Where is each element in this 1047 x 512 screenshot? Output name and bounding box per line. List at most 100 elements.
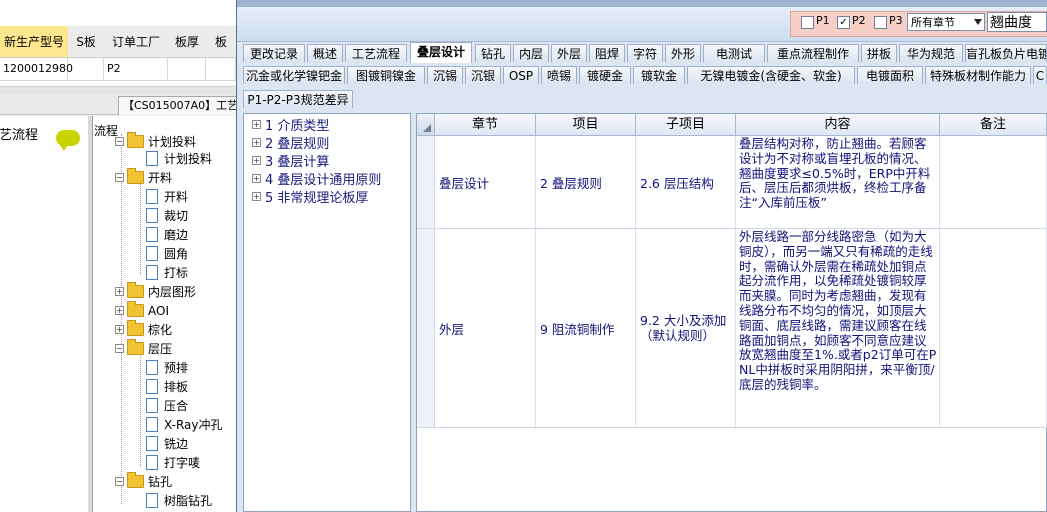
- table-row-cell-remark[interactable]: [940, 229, 1047, 428]
- grid-cell-model[interactable]: 1200012980: [0, 57, 73, 81]
- table-row-cell-content[interactable]: 外层线路一部分线路密急（如为大铜皮），而另一端又只有稀疏的走线时，需确认外层需在…: [736, 229, 940, 428]
- grid-header-thickness[interactable]: 板厚: [168, 26, 207, 58]
- expand-icon[interactable]: +: [115, 325, 124, 334]
- tree-node-edge-grind[interactable]: 磨边: [146, 225, 188, 244]
- chapter-node-5[interactable]: +5 非常规理论板厚: [252, 187, 368, 206]
- grid-header-s[interactable]: S板: [68, 26, 105, 58]
- grid-header-model[interactable]: 新生产型号: [0, 26, 69, 58]
- grid-cell-factory[interactable]: P2: [104, 57, 168, 81]
- tab-outer-layer[interactable]: 外层: [551, 44, 587, 62]
- grid-header-factory[interactable]: 订单工厂: [104, 26, 169, 58]
- tree-node-lamination-folder[interactable]: − 层压: [115, 339, 172, 358]
- tab-electrical-test[interactable]: 电测试: [703, 44, 765, 62]
- table-row-cell-content[interactable]: 叠层结构对称，防止翘曲。若顾客设计为不对称或盲埋孔板的情况、翘曲度要求≤0.5%…: [736, 136, 940, 229]
- tree-node-plan[interactable]: 计划投料: [146, 149, 212, 168]
- table-row-cell-chapter[interactable]: 叠层设计: [435, 136, 536, 229]
- tree-node-brown-folder[interactable]: + 棕化: [115, 320, 172, 339]
- table-row-cell-chapter[interactable]: 外层: [435, 229, 536, 428]
- table-row-cell-item[interactable]: 2 叠层规则: [536, 136, 636, 229]
- grid-header-chapter[interactable]: 章节: [435, 114, 536, 136]
- grid-header-board[interactable]: 板: [206, 26, 237, 58]
- tab-profile[interactable]: 外形: [665, 44, 701, 62]
- p3-checkbox[interactable]: [874, 16, 887, 29]
- tab-solder-mask[interactable]: 阻焊: [589, 44, 625, 62]
- tab-p1-p2-p3-diff[interactable]: P1-P2-P3规范差异: [243, 90, 353, 108]
- grid-cell-s[interactable]: [68, 57, 104, 81]
- tree-node-print-mark[interactable]: 打字唛: [146, 453, 200, 472]
- collapse-icon[interactable]: −: [115, 477, 124, 486]
- tree-node-inner-folder[interactable]: + 内层图形: [115, 282, 196, 301]
- tab-blind-via-plating[interactable]: 盲孔板负片电镀: [965, 44, 1047, 62]
- tab-immersion-silver[interactable]: 沉银: [465, 66, 501, 84]
- grid-header-item[interactable]: 项目: [536, 114, 636, 136]
- row-header[interactable]: [417, 229, 435, 428]
- tab-plating-area[interactable]: 电镀面积: [857, 66, 923, 84]
- table-row-cell-item[interactable]: 9 阻流铜制作: [536, 229, 636, 428]
- tree-node-resin-drill[interactable]: 树脂钻孔: [146, 491, 212, 510]
- tab-process-flow[interactable]: 工艺流程: [345, 44, 407, 62]
- tab-hasl[interactable]: 喷锡: [541, 66, 577, 84]
- table-row-cell-subitem[interactable]: 9.2 大小及添加（默认规则）: [636, 229, 736, 428]
- tree-node-layup[interactable]: 排板: [146, 377, 188, 396]
- search-input[interactable]: 翘曲度: [987, 12, 1047, 32]
- tab-panelization[interactable]: 拼板: [861, 44, 897, 62]
- chapter-node-1[interactable]: +1 介质类型: [252, 115, 329, 134]
- grid-header-content[interactable]: 内容: [736, 114, 940, 136]
- tree-node-cutting-folder[interactable]: − 开料: [115, 168, 172, 187]
- tab-change-log[interactable]: 更改记录: [243, 44, 305, 62]
- grid-cell-board[interactable]: [206, 57, 236, 81]
- row-header[interactable]: [417, 136, 435, 229]
- chapter-select[interactable]: 所有章节: [907, 13, 985, 31]
- expand-icon[interactable]: +: [115, 306, 124, 315]
- tree-node-xray[interactable]: X-Ray冲孔: [146, 415, 222, 434]
- tab-hard-gold[interactable]: 镀硬金: [579, 66, 631, 84]
- tree-node-corner[interactable]: 圆角: [146, 244, 188, 263]
- expand-icon[interactable]: +: [252, 137, 261, 147]
- tree-node-aoi-folder[interactable]: + AOI: [115, 301, 169, 320]
- tree-node-drill-folder[interactable]: − 钻孔: [115, 472, 172, 491]
- tree-node-marking[interactable]: 打标: [146, 263, 188, 282]
- chapter-node-4[interactable]: +4 叠层设计通用原则: [252, 169, 381, 188]
- tab-osp[interactable]: OSP: [503, 66, 539, 84]
- tab-drilling[interactable]: 钻孔: [475, 44, 511, 62]
- tab-enig-enepig[interactable]: 沉金或化学镍钯金: [243, 66, 345, 84]
- document-tab[interactable]: 【CS015007A0】工艺: [118, 96, 244, 115]
- tab-inner-layer[interactable]: 内层: [513, 44, 549, 62]
- expand-icon[interactable]: +: [115, 287, 124, 296]
- grid-cell-thickness[interactable]: [168, 57, 206, 81]
- p1-checkbox[interactable]: [801, 16, 814, 29]
- chat-bubble-icon[interactable]: [56, 130, 80, 151]
- table-row-cell-remark[interactable]: [940, 136, 1047, 229]
- expand-icon[interactable]: +: [252, 119, 261, 129]
- chapter-node-3[interactable]: +3 叠层计算: [252, 151, 329, 170]
- tab-stackup-design[interactable]: 叠层设计: [410, 42, 472, 63]
- expand-icon[interactable]: +: [252, 191, 261, 201]
- tab-soft-gold[interactable]: 镀软金: [633, 66, 685, 84]
- collapse-icon[interactable]: −: [115, 137, 124, 146]
- tab-immersion-tin[interactable]: 沉锡: [427, 66, 463, 84]
- tab-special-material[interactable]: 特殊板材制作能力: [925, 66, 1031, 84]
- tree-node-press[interactable]: 压合: [146, 396, 188, 415]
- tab-key-process[interactable]: 重点流程制作: [767, 44, 859, 62]
- p2-checkbox[interactable]: ✓: [837, 16, 850, 29]
- tree-node-milling[interactable]: 铣边: [146, 434, 188, 453]
- tab-huawei-spec[interactable]: 华为规范: [899, 44, 963, 62]
- tree-node-cutting[interactable]: 开料: [146, 187, 188, 206]
- grid-header-subitem[interactable]: 子项目: [636, 114, 736, 136]
- tab-legend[interactable]: 字符: [627, 44, 663, 62]
- collapse-icon[interactable]: −: [115, 344, 124, 353]
- tab-nickel-free-gold[interactable]: 无镍电镀金(含硬金、软金): [687, 66, 855, 84]
- window-title-bar[interactable]: [237, 0, 1047, 7]
- tab-overview[interactable]: 概述: [307, 44, 343, 62]
- chapter-node-2[interactable]: +2 叠层规则: [252, 133, 329, 152]
- grid-corner[interactable]: [417, 114, 435, 136]
- tab-pattern-plating[interactable]: 图镀铜镍金: [347, 66, 425, 84]
- table-row-cell-subitem[interactable]: 2.6 层压结构: [636, 136, 736, 229]
- collapse-icon[interactable]: −: [115, 173, 124, 182]
- expand-icon[interactable]: +: [252, 173, 261, 183]
- tree-node-prelayup[interactable]: 预排: [146, 358, 188, 377]
- expand-icon[interactable]: +: [252, 155, 261, 165]
- grid-header-remark[interactable]: 备注: [940, 114, 1047, 136]
- tab-more[interactable]: C: [1033, 66, 1047, 84]
- tree-node-trim[interactable]: 裁切: [146, 206, 188, 225]
